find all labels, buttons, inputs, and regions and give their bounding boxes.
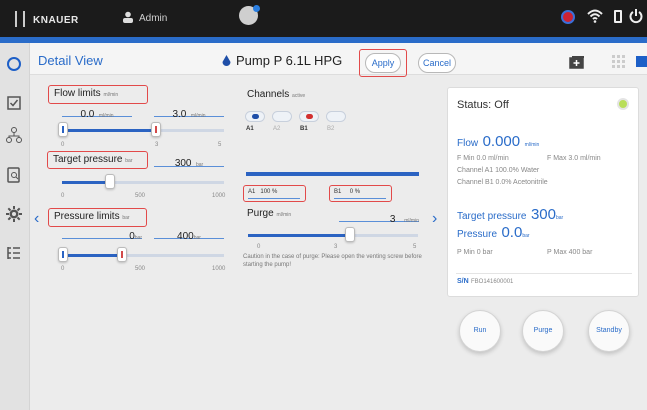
flow-max-info: F Max 3.0 ml/min bbox=[547, 155, 601, 162]
pressure-max-slider-handle[interactable] bbox=[117, 247, 127, 262]
card-divider bbox=[456, 273, 632, 274]
purge-button[interactable]: Purge bbox=[522, 310, 564, 352]
pump-name: Pump P 6.1L HPG bbox=[236, 53, 343, 68]
target-pressure-scale-min: 0 bbox=[61, 193, 65, 199]
knauer-logo-icon bbox=[15, 11, 25, 27]
purge-scale-min: 0 bbox=[257, 244, 261, 250]
brand-name: KNAUER bbox=[33, 15, 79, 26]
status-led-icon bbox=[617, 98, 629, 110]
add-window-icon[interactable] bbox=[569, 55, 585, 69]
pressure-max-field[interactable]: 400bar bbox=[154, 226, 224, 242]
target-pressure-readout: Target pressure 300bar bbox=[457, 206, 564, 223]
purge-label: Purge ml/min bbox=[247, 208, 292, 219]
purge-slider-handle[interactable] bbox=[345, 227, 355, 242]
run-button[interactable]: Run bbox=[459, 310, 501, 352]
wifi-icon[interactable] bbox=[587, 8, 603, 24]
target-pressure-scale-mid: 500 bbox=[135, 193, 146, 199]
pressure-limits-label: Pressure limits bar bbox=[54, 211, 130, 222]
pressure-scale-mid: 500 bbox=[135, 266, 146, 272]
purge-fill bbox=[248, 234, 352, 237]
purge-caution-text: Caution in the case of purge: Please ope… bbox=[243, 254, 422, 268]
standby-button[interactable]: Standby bbox=[588, 310, 630, 352]
pressure-scale-min: 0 bbox=[61, 266, 65, 272]
pressure-readout: Pressure 0.0bar bbox=[457, 224, 530, 241]
pressure-max-info: P Max 400 bar bbox=[547, 249, 593, 256]
target-pressure-fill bbox=[62, 181, 110, 184]
sidebar-settings-icon[interactable] bbox=[5, 205, 23, 223]
grid-view-icon[interactable] bbox=[612, 55, 625, 68]
status-title: Status: Off bbox=[457, 99, 509, 111]
flow-min-field[interactable]: 0.0 ml/min bbox=[62, 104, 132, 120]
channel-b2-toggle[interactable] bbox=[326, 111, 346, 122]
a1-percent-field[interactable]: A1 100 % bbox=[248, 189, 300, 199]
pressure-scale-max: 1000 bbox=[212, 266, 226, 272]
channel-b1-label: B1 bbox=[300, 126, 308, 132]
sidebar-search-doc-icon[interactable] bbox=[5, 166, 23, 184]
channel-b1-indicator bbox=[306, 114, 313, 119]
channel-b1-toggle[interactable] bbox=[299, 111, 319, 122]
channel-a2-label: A2 bbox=[273, 126, 281, 132]
b1-percent-field[interactable]: B1 0 % bbox=[334, 189, 386, 199]
flow-scale-mid: 3 bbox=[155, 142, 159, 148]
app-logo-icon bbox=[239, 5, 260, 25]
flow-min-slider-handle[interactable] bbox=[58, 122, 68, 137]
flow-scale-min: 0 bbox=[61, 142, 65, 148]
channel-mix-bar bbox=[246, 172, 419, 176]
channel-a1-info: Channel A1 100.0% Water bbox=[457, 167, 540, 174]
flow-min-info: F Min 0.0 ml/min bbox=[457, 155, 509, 162]
flow-limits-fill bbox=[62, 129, 156, 132]
purge-field[interactable]: 3 ml/min bbox=[339, 209, 419, 225]
page-title: Detail View bbox=[38, 53, 103, 68]
purge-scale-max: 5 bbox=[413, 244, 417, 250]
flow-readout: Flow 0.000 ml/min bbox=[457, 133, 540, 150]
purge-scale-mid: 3 bbox=[334, 244, 338, 250]
flow-scale-max: 5 bbox=[218, 142, 222, 148]
serial-number-value: FBO141600001 bbox=[471, 279, 514, 285]
channel-a1-indicator bbox=[252, 114, 259, 119]
next-arrow-icon[interactable]: › bbox=[432, 210, 437, 228]
channels-label: Channels active bbox=[247, 89, 306, 100]
pump-drop-icon bbox=[222, 55, 231, 66]
channel-b1-info: Channel B1 0.0% Acetonitrile bbox=[457, 179, 548, 186]
top-bar bbox=[0, 0, 647, 37]
user-icon bbox=[123, 11, 133, 23]
sidebar-checklist-icon[interactable] bbox=[5, 94, 23, 112]
connection-status-icon[interactable] bbox=[561, 10, 575, 24]
previous-arrow-icon[interactable]: ‹ bbox=[34, 210, 39, 228]
target-pressure-scale-max: 1000 bbox=[212, 193, 226, 199]
sidebar-list-icon[interactable] bbox=[5, 244, 23, 262]
user-name[interactable]: Admin bbox=[139, 13, 167, 24]
channel-a1-label: A1 bbox=[246, 126, 254, 132]
sidebar-network-icon[interactable] bbox=[5, 126, 23, 144]
battery-icon bbox=[614, 10, 622, 23]
pressure-min-slider-handle[interactable] bbox=[58, 247, 68, 262]
sidebar-home-icon[interactable] bbox=[5, 55, 23, 73]
panel-tab-indicator[interactable] bbox=[636, 56, 647, 67]
serial-number-label: S/N bbox=[457, 278, 469, 285]
channel-a2-toggle[interactable] bbox=[272, 111, 292, 122]
target-pressure-label: Target pressure bar bbox=[53, 154, 133, 165]
pressure-min-info: P Min 0 bar bbox=[457, 249, 493, 256]
pressure-min-field[interactable]: 0bar bbox=[62, 226, 142, 242]
status-card bbox=[447, 87, 639, 297]
flow-max-field[interactable]: 3.0 ml/min bbox=[154, 104, 224, 120]
target-pressure-slider-handle[interactable] bbox=[105, 174, 115, 189]
channel-b2-label: B2 bbox=[327, 126, 335, 132]
target-pressure-field[interactable]: 300 bar bbox=[154, 153, 224, 169]
flow-max-slider-handle[interactable] bbox=[151, 122, 161, 137]
apply-button[interactable]: Apply bbox=[365, 53, 401, 73]
channel-a1-toggle[interactable] bbox=[245, 111, 265, 122]
flow-limits-label: Flow limits ml/min bbox=[54, 88, 119, 99]
pressure-limits-fill bbox=[62, 254, 122, 257]
cancel-button[interactable]: Cancel bbox=[418, 53, 456, 73]
power-icon[interactable] bbox=[629, 8, 643, 24]
